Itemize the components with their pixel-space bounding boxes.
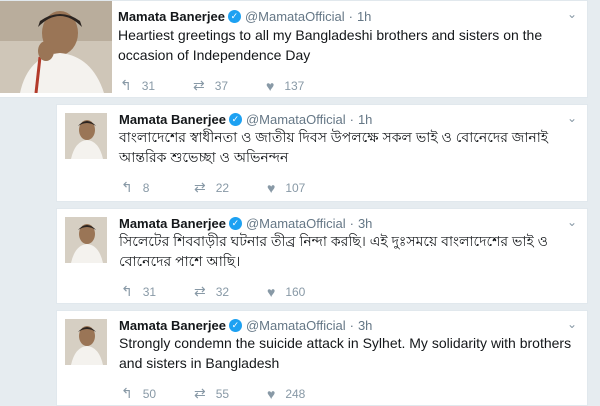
- chevron-down-icon[interactable]: ⌄: [567, 215, 577, 229]
- chevron-down-icon[interactable]: ⌄: [567, 7, 577, 21]
- verified-badge-icon: ✓: [228, 319, 242, 332]
- heart-icon: ♥: [267, 283, 276, 300]
- tweet-card[interactable]: Mamata Banerjee ✓ @MamataOfficial · 1h ⌄…: [0, 0, 588, 98]
- avatar[interactable]: [65, 217, 107, 263]
- author-name[interactable]: Mamata Banerjee: [119, 318, 226, 333]
- tweet-time[interactable]: 1h: [357, 9, 371, 24]
- tweet-text: সিলেটের শিববাড়ীর ঘটনার তীব্র নিন্দা করছ…: [119, 233, 548, 269]
- retweet-count: 22: [215, 180, 230, 195]
- author-handle[interactable]: @MamataOfficial: [246, 318, 346, 333]
- retweet-count: 32: [215, 284, 230, 299]
- chevron-down-icon[interactable]: ⌄: [567, 317, 577, 331]
- retweet-button[interactable]: ⇄ 55: [194, 385, 267, 402]
- avatar[interactable]: [65, 319, 107, 365]
- reply-count: 8: [142, 180, 150, 195]
- tweet-header: Mamata Banerjee ✓ @MamataOfficial · 3h: [119, 216, 372, 231]
- verified-badge-icon: ✓: [228, 217, 242, 230]
- separator-dot: ·: [348, 9, 353, 24]
- reply-button[interactable]: ↰ 50: [121, 385, 194, 402]
- heart-icon: ♥: [267, 179, 276, 196]
- verified-badge-icon: ✓: [228, 113, 242, 126]
- separator-dot: ·: [349, 216, 354, 231]
- reply-icon: ↰: [121, 385, 133, 401]
- tweet-actions: ↰ 8 ⇄ 22 ♥ 107: [121, 179, 340, 196]
- retweet-count: 37: [214, 78, 229, 93]
- avatar[interactable]: [0, 1, 112, 93]
- reply-button[interactable]: ↰ 31: [120, 77, 193, 94]
- tweet-card[interactable]: Mamata Banerjee ✓ @MamataOfficial · 3h ⌄…: [56, 208, 588, 304]
- heart-icon: ♥: [266, 77, 275, 94]
- tweet-text: বাংলাদেশের স্বাধীনতা ও জাতীয় দিবস উপলক্…: [119, 129, 549, 165]
- separator-dot: ·: [349, 112, 354, 127]
- reply-icon: ↰: [121, 179, 133, 195]
- tweet-card[interactable]: Mamata Banerjee ✓ @MamataOfficial · 1h ⌄…: [56, 104, 588, 202]
- tweet-header: Mamata Banerjee ✓ @MamataOfficial · 3h: [119, 318, 372, 333]
- like-button[interactable]: ♥ 107: [267, 180, 340, 196]
- like-button[interactable]: ♥ 160: [267, 284, 340, 300]
- retweet-icon: ⇄: [194, 283, 206, 299]
- reply-count: 31: [142, 284, 157, 299]
- tweet-time[interactable]: 1h: [358, 112, 372, 127]
- tweet-header: Mamata Banerjee ✓ @MamataOfficial · 1h: [119, 112, 372, 127]
- author-name[interactable]: Mamata Banerjee: [119, 216, 226, 231]
- heart-icon: ♥: [267, 385, 276, 402]
- tweet-card[interactable]: Mamata Banerjee ✓ @MamataOfficial · 3h ⌄…: [56, 310, 588, 406]
- retweet-icon: ⇄: [193, 77, 205, 93]
- verified-badge-icon: ✓: [227, 10, 241, 23]
- tweet-time[interactable]: 3h: [358, 318, 372, 333]
- like-button[interactable]: ♥ 248: [267, 386, 340, 402]
- tweet-actions: ↰ 31 ⇄ 37 ♥ 137: [120, 77, 339, 94]
- retweet-button[interactable]: ⇄ 37: [193, 77, 266, 94]
- reply-button[interactable]: ↰ 31: [121, 283, 194, 300]
- author-handle[interactable]: @MamataOfficial: [246, 112, 346, 127]
- reply-count: 50: [142, 386, 157, 401]
- like-count: 248: [285, 386, 306, 401]
- like-count: 160: [285, 284, 306, 299]
- retweet-count: 55: [215, 386, 230, 401]
- tweet-header: Mamata Banerjee ✓ @MamataOfficial · 1h: [118, 9, 371, 24]
- like-button[interactable]: ♥ 137: [266, 78, 339, 94]
- author-handle[interactable]: @MamataOfficial: [245, 9, 345, 24]
- author-handle[interactable]: @MamataOfficial: [246, 216, 346, 231]
- chevron-down-icon[interactable]: ⌄: [567, 111, 577, 125]
- tweet-text: Strongly condemn the suicide attack in S…: [119, 335, 572, 371]
- avatar[interactable]: [65, 113, 107, 159]
- retweet-icon: ⇄: [194, 385, 206, 401]
- tweet-actions: ↰ 31 ⇄ 32 ♥ 160: [121, 283, 340, 300]
- tweet-text: Heartiest greetings to all my Bangladesh…: [118, 27, 543, 63]
- like-count: 137: [284, 78, 305, 93]
- like-count: 107: [285, 180, 306, 195]
- author-name[interactable]: Mamata Banerjee: [119, 112, 226, 127]
- retweet-icon: ⇄: [194, 179, 206, 195]
- reply-button[interactable]: ↰ 8: [121, 179, 194, 196]
- retweet-button[interactable]: ⇄ 32: [194, 283, 267, 300]
- author-name[interactable]: Mamata Banerjee: [118, 9, 225, 24]
- reply-count: 31: [141, 78, 156, 93]
- separator-dot: ·: [349, 318, 354, 333]
- reply-icon: ↰: [121, 283, 133, 299]
- tweet-actions: ↰ 50 ⇄ 55 ♥ 248: [121, 385, 340, 402]
- tweet-time[interactable]: 3h: [358, 216, 372, 231]
- reply-icon: ↰: [120, 77, 132, 93]
- retweet-button[interactable]: ⇄ 22: [194, 179, 267, 196]
